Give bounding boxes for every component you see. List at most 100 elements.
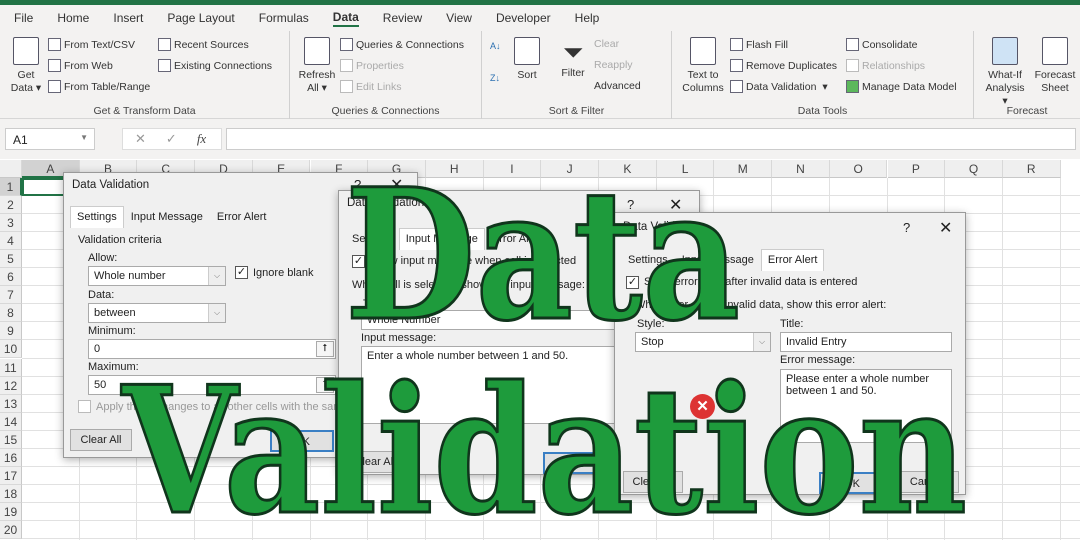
ok-button[interactable]: OK [270, 430, 334, 452]
recent-sources-button[interactable]: Recent Sources [158, 38, 249, 51]
existing-connections-button[interactable]: Existing Connections [158, 59, 272, 72]
what-if-button[interactable]: What-If Analysis ▾ [982, 37, 1028, 108]
cancel-button[interactable]: Cancel [895, 471, 959, 493]
column-header[interactable]: M [714, 160, 773, 178]
row-header[interactable]: 8 [0, 304, 22, 323]
tab-input-message[interactable]: Input Message [124, 206, 210, 228]
column-header[interactable]: R [1002, 160, 1061, 178]
fx-icon[interactable]: fx [197, 131, 206, 147]
tab-data[interactable]: Data [332, 10, 359, 27]
show-error-checkbox[interactable]: ✓ [626, 276, 639, 289]
column-header[interactable]: N [772, 160, 830, 178]
tab-file[interactable]: File [14, 11, 33, 25]
relationships-button[interactable]: Relationships [846, 59, 925, 72]
select-all-corner[interactable] [0, 160, 22, 178]
get-data-button[interactable]: Get Data ▾ [8, 37, 44, 95]
minimum-input[interactable]: 0 ⭡ [88, 339, 336, 359]
from-text-csv-button[interactable]: From Text/CSV [48, 38, 135, 51]
maximum-input[interactable]: 50 ⭡ [88, 375, 336, 395]
row-header[interactable]: 2 [0, 196, 22, 215]
row-header[interactable]: 15 [0, 430, 22, 449]
row-header[interactable]: 13 [0, 394, 22, 413]
from-table-button[interactable]: From Table/Range [48, 80, 150, 93]
tab-developer[interactable]: Developer [496, 11, 551, 25]
error-message-textarea[interactable]: Please enter a whole number between 1 an… [780, 369, 952, 443]
queries-connections-button[interactable]: Queries & Connections [340, 38, 464, 51]
ok-button[interactable]: OK [819, 472, 885, 494]
row-header[interactable]: 19 [0, 502, 22, 521]
tab-error-alert[interactable]: Error Alert [760, 249, 825, 271]
row-header[interactable]: 3 [0, 214, 22, 233]
help-icon[interactable]: ? [903, 220, 910, 235]
row-header[interactable]: 12 [0, 376, 22, 395]
column-header[interactable]: Q [945, 160, 1003, 178]
row-header[interactable]: 1 [0, 178, 22, 197]
tab-review[interactable]: Review [383, 11, 422, 25]
consolidate-button[interactable]: Consolidate [846, 38, 917, 51]
show-input-checkbox[interactable]: ✓ [352, 255, 365, 268]
flash-fill-button[interactable]: Flash Fill [730, 38, 788, 51]
title-input[interactable]: Whole Number [361, 310, 617, 330]
manage-data-model-button[interactable]: Manage Data Model [846, 80, 957, 93]
advanced-filter-button[interactable]: Advanced [594, 80, 641, 92]
refresh-all-button[interactable]: Refresh All ▾ [298, 37, 336, 95]
column-header[interactable]: O [829, 160, 888, 178]
clear-all-button[interactable]: Clear All [70, 429, 132, 451]
forecast-sheet-button[interactable]: Forecast Sheet [1032, 37, 1078, 95]
cancel-icon[interactable]: ✕ [135, 131, 146, 147]
sort-az-button[interactable]: A↓ [490, 41, 501, 51]
row-header[interactable]: 7 [0, 286, 22, 305]
apply-all-checkbox[interactable] [78, 400, 91, 413]
edit-links-button[interactable]: Edit Links [340, 80, 402, 93]
clear-all-button[interactable]: Clear All [623, 471, 683, 493]
tab-page-layout[interactable]: Page Layout [167, 11, 234, 25]
tab-error-alert[interactable]: Error Alert [210, 206, 274, 228]
tab-home[interactable]: Home [57, 11, 89, 25]
sort-za-button[interactable]: Z↓ [490, 73, 500, 83]
reapply-button[interactable]: Reapply [594, 59, 633, 71]
tab-settings[interactable]: Settings [345, 228, 399, 250]
tab-input-message[interactable]: Input Message [675, 249, 761, 271]
properties-button[interactable]: Properties [340, 59, 404, 72]
range-select-icon[interactable]: ⭡ [316, 341, 334, 357]
column-header[interactable]: L [656, 160, 715, 178]
row-header[interactable]: 20 [0, 520, 22, 539]
clear-filter-button[interactable]: Clear [594, 38, 619, 50]
clear-all-button[interactable]: Clear All [344, 451, 406, 473]
column-header[interactable]: J [541, 160, 599, 178]
formula-input[interactable] [226, 128, 1076, 150]
tab-view[interactable]: View [446, 11, 472, 25]
remove-duplicates-button[interactable]: Remove Duplicates [730, 59, 837, 72]
data-select[interactable]: between ⌵ [88, 303, 226, 323]
filter-button[interactable]: ⏷ Filter [556, 37, 590, 80]
row-header[interactable]: 16 [0, 448, 22, 467]
tab-insert[interactable]: Insert [113, 11, 143, 25]
style-select[interactable]: Stop ⌵ [635, 332, 771, 352]
row-header[interactable]: 4 [0, 232, 22, 251]
tab-settings[interactable]: Settings [70, 206, 124, 228]
row-header[interactable]: 5 [0, 250, 22, 269]
row-header[interactable]: 11 [0, 358, 22, 377]
enter-icon[interactable]: ✓ [166, 131, 177, 147]
input-message-textarea[interactable]: Enter a whole number between 1 and 50. [361, 346, 617, 424]
data-validation-button[interactable]: Data Validation ▾ [730, 80, 828, 93]
from-web-button[interactable]: From Web [48, 59, 113, 72]
help-icon[interactable]: ? [627, 197, 634, 212]
range-select-icon[interactable]: ⭡ [316, 377, 334, 393]
allow-select[interactable]: Whole number ⌵ [88, 266, 226, 286]
row-header[interactable]: 14 [0, 412, 22, 431]
name-box[interactable]: A1 ▼ [5, 128, 95, 150]
column-header[interactable]: I [483, 160, 542, 178]
tab-formulas[interactable]: Formulas [259, 11, 309, 25]
tab-settings[interactable]: Settings [621, 249, 675, 271]
text-to-columns-button[interactable]: Text to Columns [680, 37, 726, 95]
row-header[interactable]: 9 [0, 322, 22, 341]
column-header[interactable]: P [887, 160, 946, 178]
close-icon[interactable]: ✕ [939, 218, 952, 238]
row-header[interactable]: 10 [0, 340, 22, 359]
tab-error-alert[interactable]: Error Alert [485, 228, 549, 250]
row-header[interactable]: 6 [0, 268, 22, 287]
tab-help[interactable]: Help [575, 11, 600, 25]
ignore-blank-checkbox[interactable]: ✓ [235, 266, 248, 279]
ok-button[interactable]: OK [543, 452, 607, 474]
